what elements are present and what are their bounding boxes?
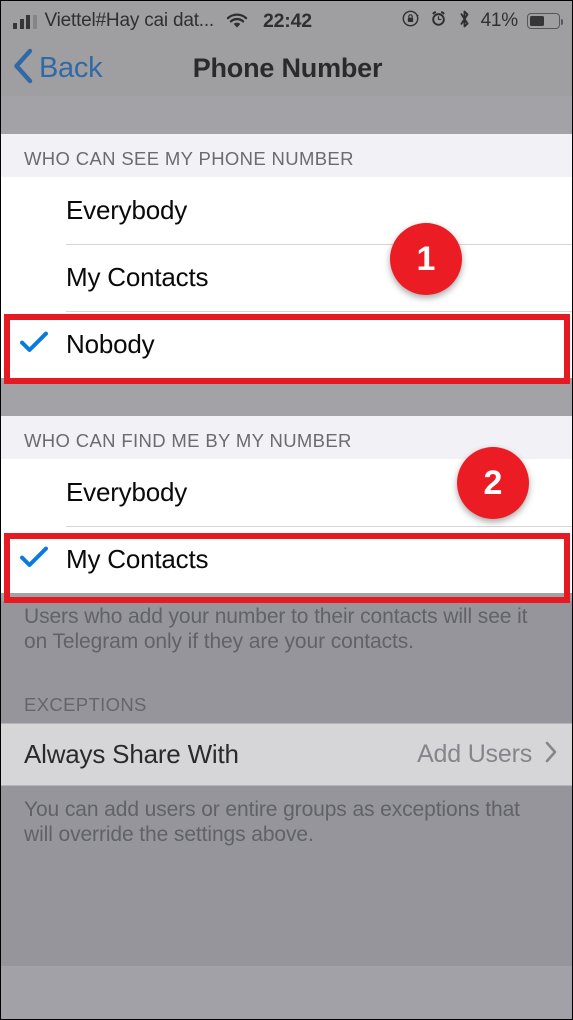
section-header-exceptions: EXCEPTIONS [1, 685, 572, 723]
option-row-see-my-contacts[interactable]: My Contacts [1, 244, 572, 311]
chevron-right-icon [544, 740, 558, 769]
section-gap-top [1, 96, 572, 134]
section-header-see-number: WHO CAN SEE MY PHONE NUMBER [1, 134, 572, 177]
phone-screen: Viettel#Hay cai dat... 22:42 41% Back Ph… [0, 0, 573, 1020]
alarm-clock-icon [429, 9, 448, 33]
checkmark-icon [19, 330, 49, 359]
nav-bar: Back Phone Number [1, 41, 572, 96]
checkmark-icon [19, 545, 49, 574]
option-label: My Contacts [66, 544, 209, 574]
option-row-see-everybody[interactable]: Everybody [1, 177, 572, 244]
status-bar-right: 41% [401, 9, 564, 34]
battery-percent-label: 41% [480, 10, 519, 31]
section-footer-exceptions: You can add users or entire groups as ex… [1, 786, 572, 966]
check-slot [1, 330, 66, 359]
option-row-see-nobody[interactable]: Nobody [1, 311, 572, 378]
always-share-with-row[interactable]: Always Share With Add Users [1, 723, 572, 786]
option-row-find-my-contacts[interactable]: My Contacts [1, 526, 572, 593]
bluetooth-icon [457, 9, 472, 34]
option-label: Nobody [66, 329, 155, 359]
section-header-find-me: WHO CAN FIND ME BY MY NUMBER [1, 416, 572, 459]
battery-icon [527, 13, 564, 29]
settings-list: WHO CAN SEE MY PHONE NUMBER Everybody My… [1, 96, 572, 1019]
back-label: Back [39, 52, 103, 84]
back-button[interactable]: Back [12, 48, 103, 89]
signal-bars-icon [13, 14, 37, 29]
clock-label: 22:42 [263, 9, 312, 32]
wifi-icon [225, 12, 249, 30]
always-share-with-value-group: Add Users [417, 740, 558, 769]
option-label: My Contacts [66, 262, 209, 292]
option-row-find-everybody[interactable]: Everybody [1, 459, 572, 526]
carrier-label: Viettel#Hay cai dat... [44, 10, 215, 31]
status-bar-left: Viettel#Hay cai dat... 22:42 [13, 10, 401, 33]
option-label: Everybody [66, 477, 188, 507]
section-gap-middle [1, 378, 572, 416]
always-share-with-label: Always Share With [24, 739, 239, 769]
option-label: Everybody [66, 195, 188, 225]
chevron-left-icon [12, 48, 34, 89]
rotation-lock-icon [401, 9, 420, 33]
add-users-value: Add Users [417, 740, 532, 768]
section-footer-find-me: Users who add your number to their conta… [1, 593, 572, 685]
check-slot [1, 545, 66, 574]
status-bar: Viettel#Hay cai dat... 22:42 41% [1, 1, 572, 41]
